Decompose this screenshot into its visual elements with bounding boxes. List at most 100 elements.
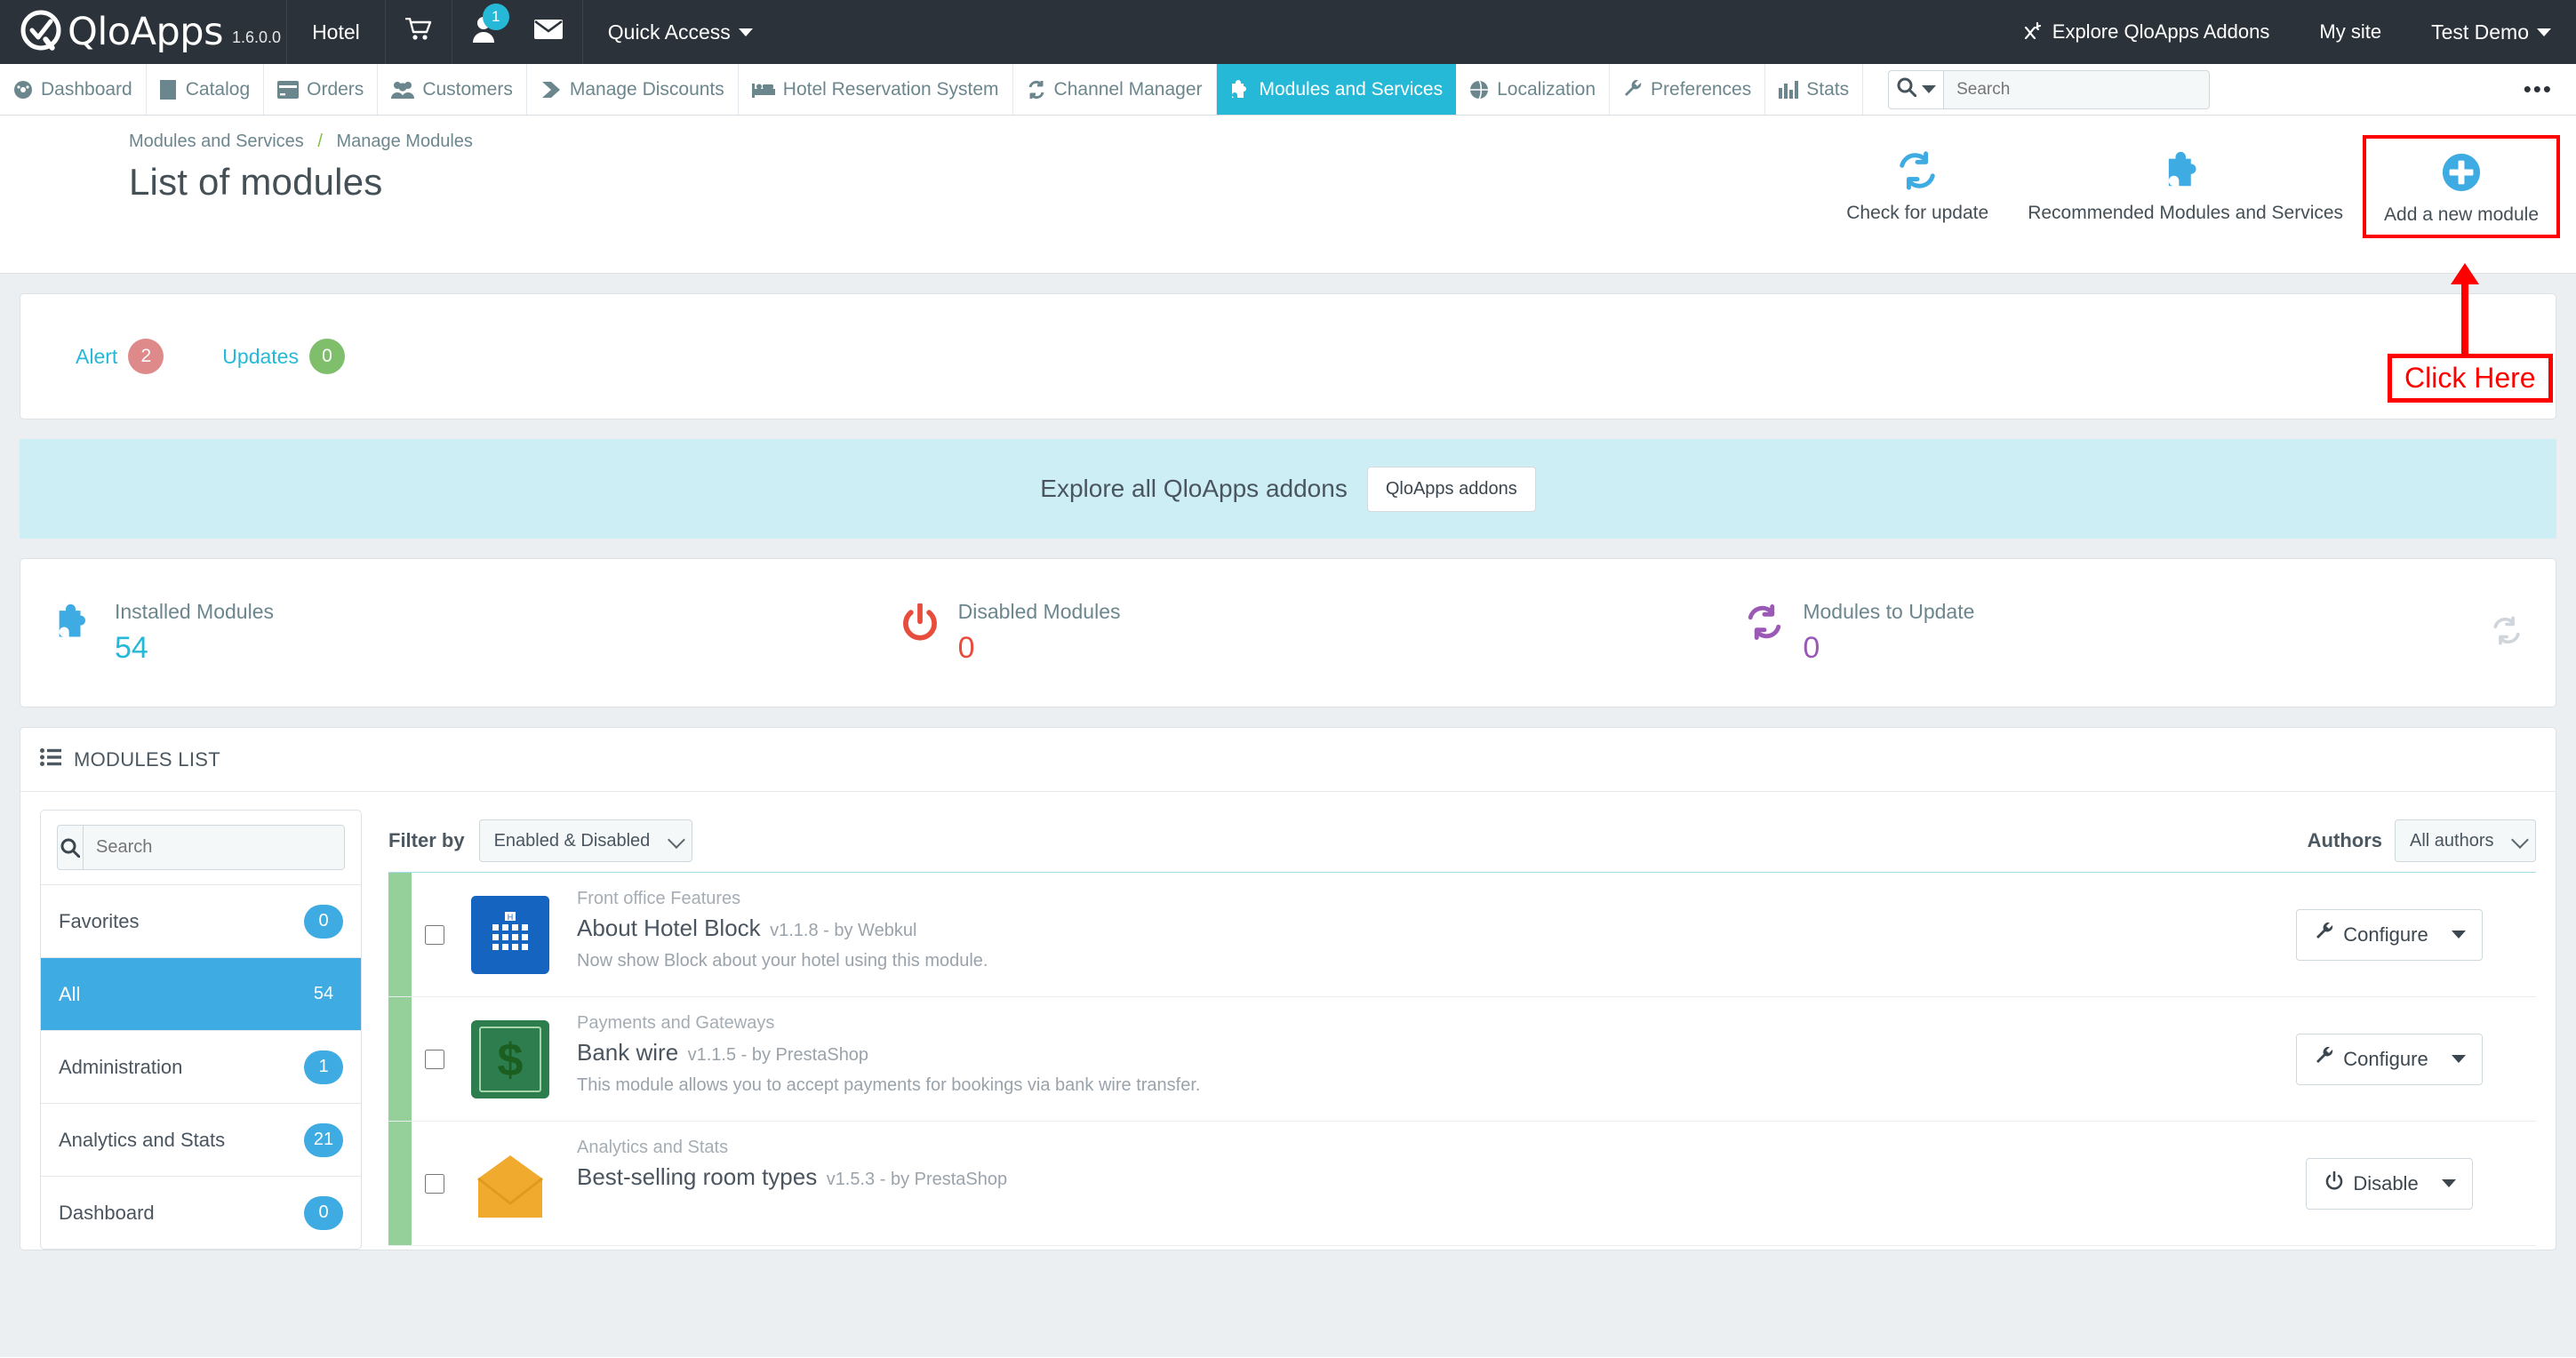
configure-button-main[interactable]: Configure (2297, 1034, 2445, 1084)
module-meta: v1.5.3 - by PrestaShop (826, 1170, 1008, 1189)
power-icon (901, 603, 939, 643)
tab-updates[interactable]: Updates 0 (222, 339, 345, 374)
nav-item-preferences[interactable]: Preferences (1610, 64, 1766, 115)
cart-button[interactable] (386, 0, 452, 64)
modules-list-body: Favorites 0 All 54 Administration 1 Anal… (20, 792, 2556, 1250)
refresh-stats-button[interactable] (2492, 616, 2522, 651)
row-checkbox[interactable] (425, 923, 444, 947)
my-site-link[interactable]: My site (2294, 0, 2406, 64)
disable-button-main[interactable]: Disable (2307, 1159, 2436, 1209)
row-checkbox-cell (412, 873, 458, 996)
module-description: Now show Block about your hotel using th… (577, 951, 988, 971)
modules-results: Filter by Enabled & Disabled Authors All… (362, 810, 2536, 1250)
add-a-new-module-button[interactable]: Add a new module (2363, 135, 2560, 238)
explore-addons-link[interactable]: Explore QloApps Addons (1996, 0, 2295, 64)
nav-item-orders[interactable]: Orders (264, 64, 379, 115)
envelope-open-icon (471, 1145, 549, 1223)
search-input[interactable] (1943, 69, 2211, 109)
category-item-analytics-and-stats[interactable]: Analytics and Stats 21 (41, 1103, 361, 1176)
stat-disabled-modules: Disabled Modules 0 (866, 600, 1711, 666)
module-name[interactable]: About Hotel Block (577, 915, 761, 941)
svg-text:$: $ (498, 1034, 524, 1086)
breadcrumb-current[interactable]: Manage Modules (336, 132, 472, 151)
disable-button[interactable]: Disable (2306, 1157, 2473, 1210)
annotation-click-here: Click Here (2388, 354, 2553, 403)
category-count: 1 (304, 1050, 343, 1084)
row-checkbox-cell (412, 1122, 458, 1245)
bar-chart-icon (1779, 80, 1799, 99)
action-label: Add a new module (2384, 204, 2539, 225)
wrench-icon (2315, 1046, 2334, 1072)
category-item-dashboard[interactable]: Dashboard 0 (41, 1176, 361, 1249)
module-category: Payments and Gateways (577, 1013, 775, 1033)
more-options-icon[interactable]: ••• (2500, 64, 2576, 115)
nav-item-catalog[interactable]: Catalog (147, 64, 265, 115)
nav-item-hotel-reservation-system[interactable]: Hotel Reservation System (739, 64, 1013, 115)
row-status-stripe (388, 873, 412, 996)
recommended-modules-button[interactable]: Recommended Modules and Services (2008, 135, 2363, 235)
nav-item-stats[interactable]: Stats (1765, 64, 1864, 115)
modules-search-input[interactable] (84, 826, 344, 869)
filter-by-select[interactable]: Enabled & Disabled (478, 819, 692, 862)
stat-value: 54 (115, 631, 148, 665)
qloapps-addons-button[interactable]: QloApps addons (1366, 466, 1536, 512)
nav-label: Channel Manager (1053, 78, 1203, 100)
customers-count-badge: 1 (482, 4, 509, 30)
top-header-bar: QloApps 1.6.0.0 Hotel 1 Quick Access Exp… (0, 0, 2576, 64)
nav-item-customers[interactable]: Customers (378, 64, 527, 115)
breadcrumb-parent[interactable]: Modules and Services (129, 132, 304, 151)
chevron-down-icon[interactable] (2446, 910, 2482, 960)
chevron-down-icon (1921, 85, 1936, 93)
category-item-favorites[interactable]: Favorites 0 (41, 884, 361, 957)
table-row: $ Payments and Gateways Bank wire v1.1.5… (388, 997, 2536, 1122)
page-content: Alert 2 Updates 0 Explore all QloApps ad… (0, 274, 2576, 1357)
authors-select[interactable]: All authors (2395, 819, 2536, 862)
nav-item-localization[interactable]: Localization (1456, 64, 1611, 115)
modules-filter-row: Filter by Enabled & Disabled Authors All… (388, 810, 2536, 872)
dashboard-icon (13, 80, 33, 100)
modules-list-title: MODULES LIST (74, 747, 220, 771)
category-item-all[interactable]: All 54 (41, 957, 361, 1030)
action-label: Configure (2343, 923, 2428, 946)
chevron-down-icon (2537, 28, 2551, 36)
module-action-cell: Configure (2269, 873, 2536, 996)
module-name-line: Best-selling room types v1.5.3 - by Pres… (577, 1163, 2269, 1191)
categories-box: Favorites 0 All 54 Administration 1 Anal… (40, 810, 362, 1250)
customers-button[interactable]: 1 (452, 0, 515, 64)
nav-item-manage-discounts[interactable]: Manage Discounts (527, 64, 739, 115)
modules-list-header: MODULES LIST (20, 728, 2556, 792)
messages-button[interactable] (515, 0, 582, 64)
check-for-update-button[interactable]: Check for update (1827, 135, 2008, 235)
chevron-down-icon[interactable] (2436, 1159, 2472, 1209)
module-name[interactable]: Best-selling room types (577, 1163, 817, 1190)
tab-alert[interactable]: Alert 2 (76, 339, 164, 374)
shop-name[interactable]: Hotel (287, 0, 385, 64)
brand-logo[interactable]: QloApps 1.6.0.0 (0, 0, 286, 64)
row-checkbox[interactable] (425, 1171, 444, 1195)
configure-button-main[interactable]: Configure (2297, 910, 2445, 960)
module-meta: v1.1.5 - by PrestaShop (687, 1045, 869, 1065)
module-name[interactable]: Bank wire (577, 1039, 678, 1066)
account-menu[interactable]: Test Demo (2406, 0, 2576, 64)
nav-label: Catalog (185, 78, 251, 100)
row-checkbox[interactable] (425, 1047, 444, 1071)
chevron-down-icon[interactable] (2446, 1034, 2482, 1084)
row-status-stripe (388, 997, 412, 1121)
nav-item-dashboard[interactable]: Dashboard (0, 64, 147, 115)
configure-button[interactable]: Configure (2296, 908, 2483, 961)
refresh-icon (1746, 603, 1783, 641)
nav-item-modules-and-services[interactable]: Modules and Services (1216, 64, 1457, 115)
power-icon (2324, 1170, 2344, 1196)
quick-access-menu[interactable]: Quick Access (583, 0, 778, 64)
action-label: Recommended Modules and Services (2028, 203, 2344, 223)
page-header-actions: Check for update Recommended Modules and… (1827, 135, 2560, 238)
search-icon (1897, 77, 1917, 101)
nav-item-channel-manager[interactable]: Channel Manager (1013, 64, 1217, 115)
search-scope-button[interactable] (1888, 69, 1944, 109)
category-item-administration[interactable]: Administration 1 (41, 1030, 361, 1103)
configure-button[interactable]: Configure (2296, 1033, 2483, 1085)
module-action-cell: Disable (2269, 1122, 2536, 1245)
module-info-cell: Front office Features About Hotel Block … (563, 873, 2269, 996)
wrench-icon (1623, 79, 1643, 100)
module-info-cell: Payments and Gateways Bank wire v1.1.5 -… (563, 997, 2269, 1121)
